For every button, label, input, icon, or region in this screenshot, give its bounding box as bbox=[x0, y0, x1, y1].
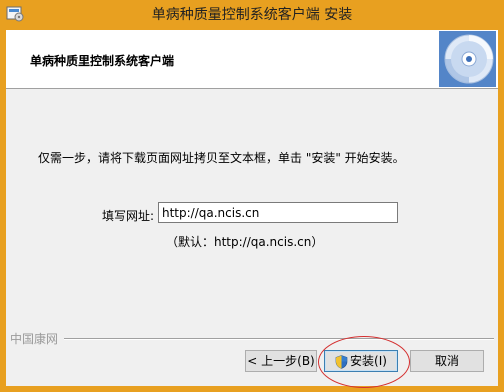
url-input[interactable] bbox=[158, 202, 398, 223]
footer-divider bbox=[64, 338, 494, 340]
default-url-hint: （默认：http://qa.ncis.cn） bbox=[166, 235, 324, 249]
title-bar[interactable]: 单病种质量控制系统客户端 安装 bbox=[0, 0, 504, 26]
install-button[interactable]: 安装(I) bbox=[324, 350, 398, 372]
dialog-body: 单病种质里控制系统客户端 仅需一步，请将下载页面网址拷贝至文本框，单击 "安装"… bbox=[6, 30, 498, 388]
window-title: 单病种质量控制系统客户端 安装 bbox=[151, 7, 353, 23]
installer-window: 单病种质量控制系统客户端 安装 单病种质里控制系统客户端 仅需一步，请将下载页面… bbox=[0, 0, 504, 392]
wizard-header: 单病种质里控制系统客户端 bbox=[6, 30, 498, 89]
url-label: 填写网址: bbox=[102, 209, 155, 223]
install-button-label: 安装(I) bbox=[350, 354, 387, 368]
cd-disc-icon bbox=[439, 31, 496, 87]
back-button[interactable]: < 上一步(B) bbox=[245, 350, 317, 372]
uac-shield-icon bbox=[335, 354, 348, 369]
cancel-button[interactable]: 取消 bbox=[410, 350, 484, 372]
cancel-button-label: 取消 bbox=[434, 354, 459, 368]
instruction-text: 仅需一步，请将下载页面网址拷贝至文本框，单击 "安装" 开始安装。 bbox=[38, 151, 405, 165]
header-title: 单病种质里控制系统客户端 bbox=[30, 54, 175, 68]
back-button-label: < 上一步(B) bbox=[247, 354, 315, 368]
brand-label: 中国康网 bbox=[10, 332, 59, 346]
